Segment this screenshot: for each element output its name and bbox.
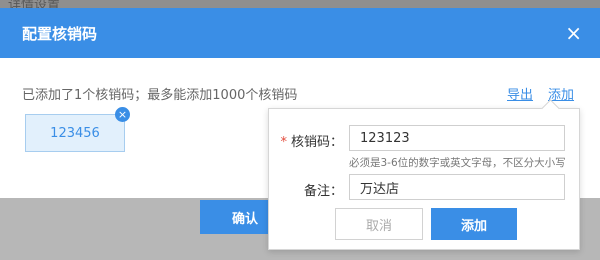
required-mark: *	[280, 135, 287, 150]
note-field-label: 备注：	[303, 184, 343, 199]
remove-code-icon[interactable]: ×	[115, 107, 130, 122]
code-field-label: * 核销码：	[271, 131, 343, 150]
code-chip[interactable]: 123456 ×	[25, 107, 130, 152]
code-input[interactable]	[349, 125, 565, 151]
add-code-popover: *核销码： 必须是3-6位的数字或英文字母，不区分大小写 备注： 取消 添加	[268, 99, 580, 250]
cancel-button[interactable]: 取消	[335, 208, 423, 240]
close-icon[interactable]: ×	[565, 23, 582, 43]
code-label-text: 核销码：	[290, 135, 343, 150]
code-format-hint: 必须是3-6位的数字或英文字母，不区分大小写	[349, 157, 566, 169]
dialog-header: 配置核销码 ×	[0, 8, 600, 58]
dialog-title: 配置核销码	[22, 24, 98, 43]
code-count-text: 已添加了1个核销码；最多能添加1000个核销码	[22, 88, 298, 103]
add-button[interactable]: 添加	[431, 208, 517, 240]
note-input[interactable]	[349, 174, 565, 200]
code-chip-value: 123456	[50, 125, 100, 141]
export-link[interactable]: 导出	[507, 84, 533, 103]
